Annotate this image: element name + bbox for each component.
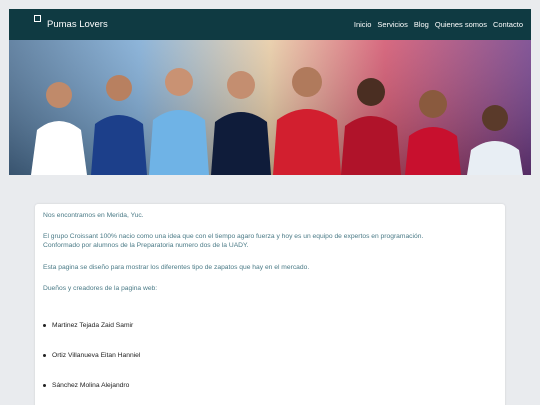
info-card: Nos encontramos en Merida, Yuc. El grupo… (35, 204, 505, 405)
about-text: El grupo Croissant 100% nacio como una i… (43, 232, 483, 250)
about-line-2: Conformado por alumnos de la Preparatori… (43, 242, 249, 249)
bullet-icon (43, 384, 46, 387)
navbar: Pumas Lovers Inicio Servicios Blog Quien… (9, 9, 531, 40)
owner-item: Sánchez Molina Alejandro (43, 382, 129, 389)
location-text: Nos encontramos en Merida, Yuc. (43, 212, 144, 219)
owners-title: Dueños y creadores de la pagina web: (43, 285, 158, 292)
nav-link-blog[interactable]: Blog (414, 20, 429, 29)
owner-name: Martinez Tejada Zaid Samir (52, 322, 134, 329)
owner-item: Ortiz Villanueva Eitan Hanniel (43, 352, 140, 359)
nav-link-contacto[interactable]: Contacto (493, 20, 523, 29)
nav-link-quienes-somos[interactable]: Quienes somos (435, 20, 487, 29)
brand-link[interactable]: Pumas Lovers (35, 19, 108, 30)
nav-link-inicio[interactable]: Inicio (354, 20, 372, 29)
brand-text: Pumas Lovers (47, 19, 108, 30)
bullet-icon (43, 354, 46, 357)
bullet-icon (43, 324, 46, 327)
players-illustration (9, 40, 531, 175)
nav-links: Inicio Servicios Blog Quienes somos Cont… (354, 20, 523, 29)
owner-name: Sánchez Molina Alejandro (52, 382, 130, 389)
broken-image-icon (34, 15, 41, 22)
owner-item: Martinez Tejada Zaid Samir (43, 322, 133, 329)
about-line-1: El grupo Croissant 100% nacio como una i… (43, 233, 424, 240)
owner-name: Ortiz Villanueva Eitan Hanniel (52, 352, 141, 359)
purpose-text: Esta pagina se diseño para mostrar los d… (43, 264, 310, 271)
nav-link-servicios[interactable]: Servicios (377, 20, 407, 29)
hero-banner (9, 40, 531, 175)
